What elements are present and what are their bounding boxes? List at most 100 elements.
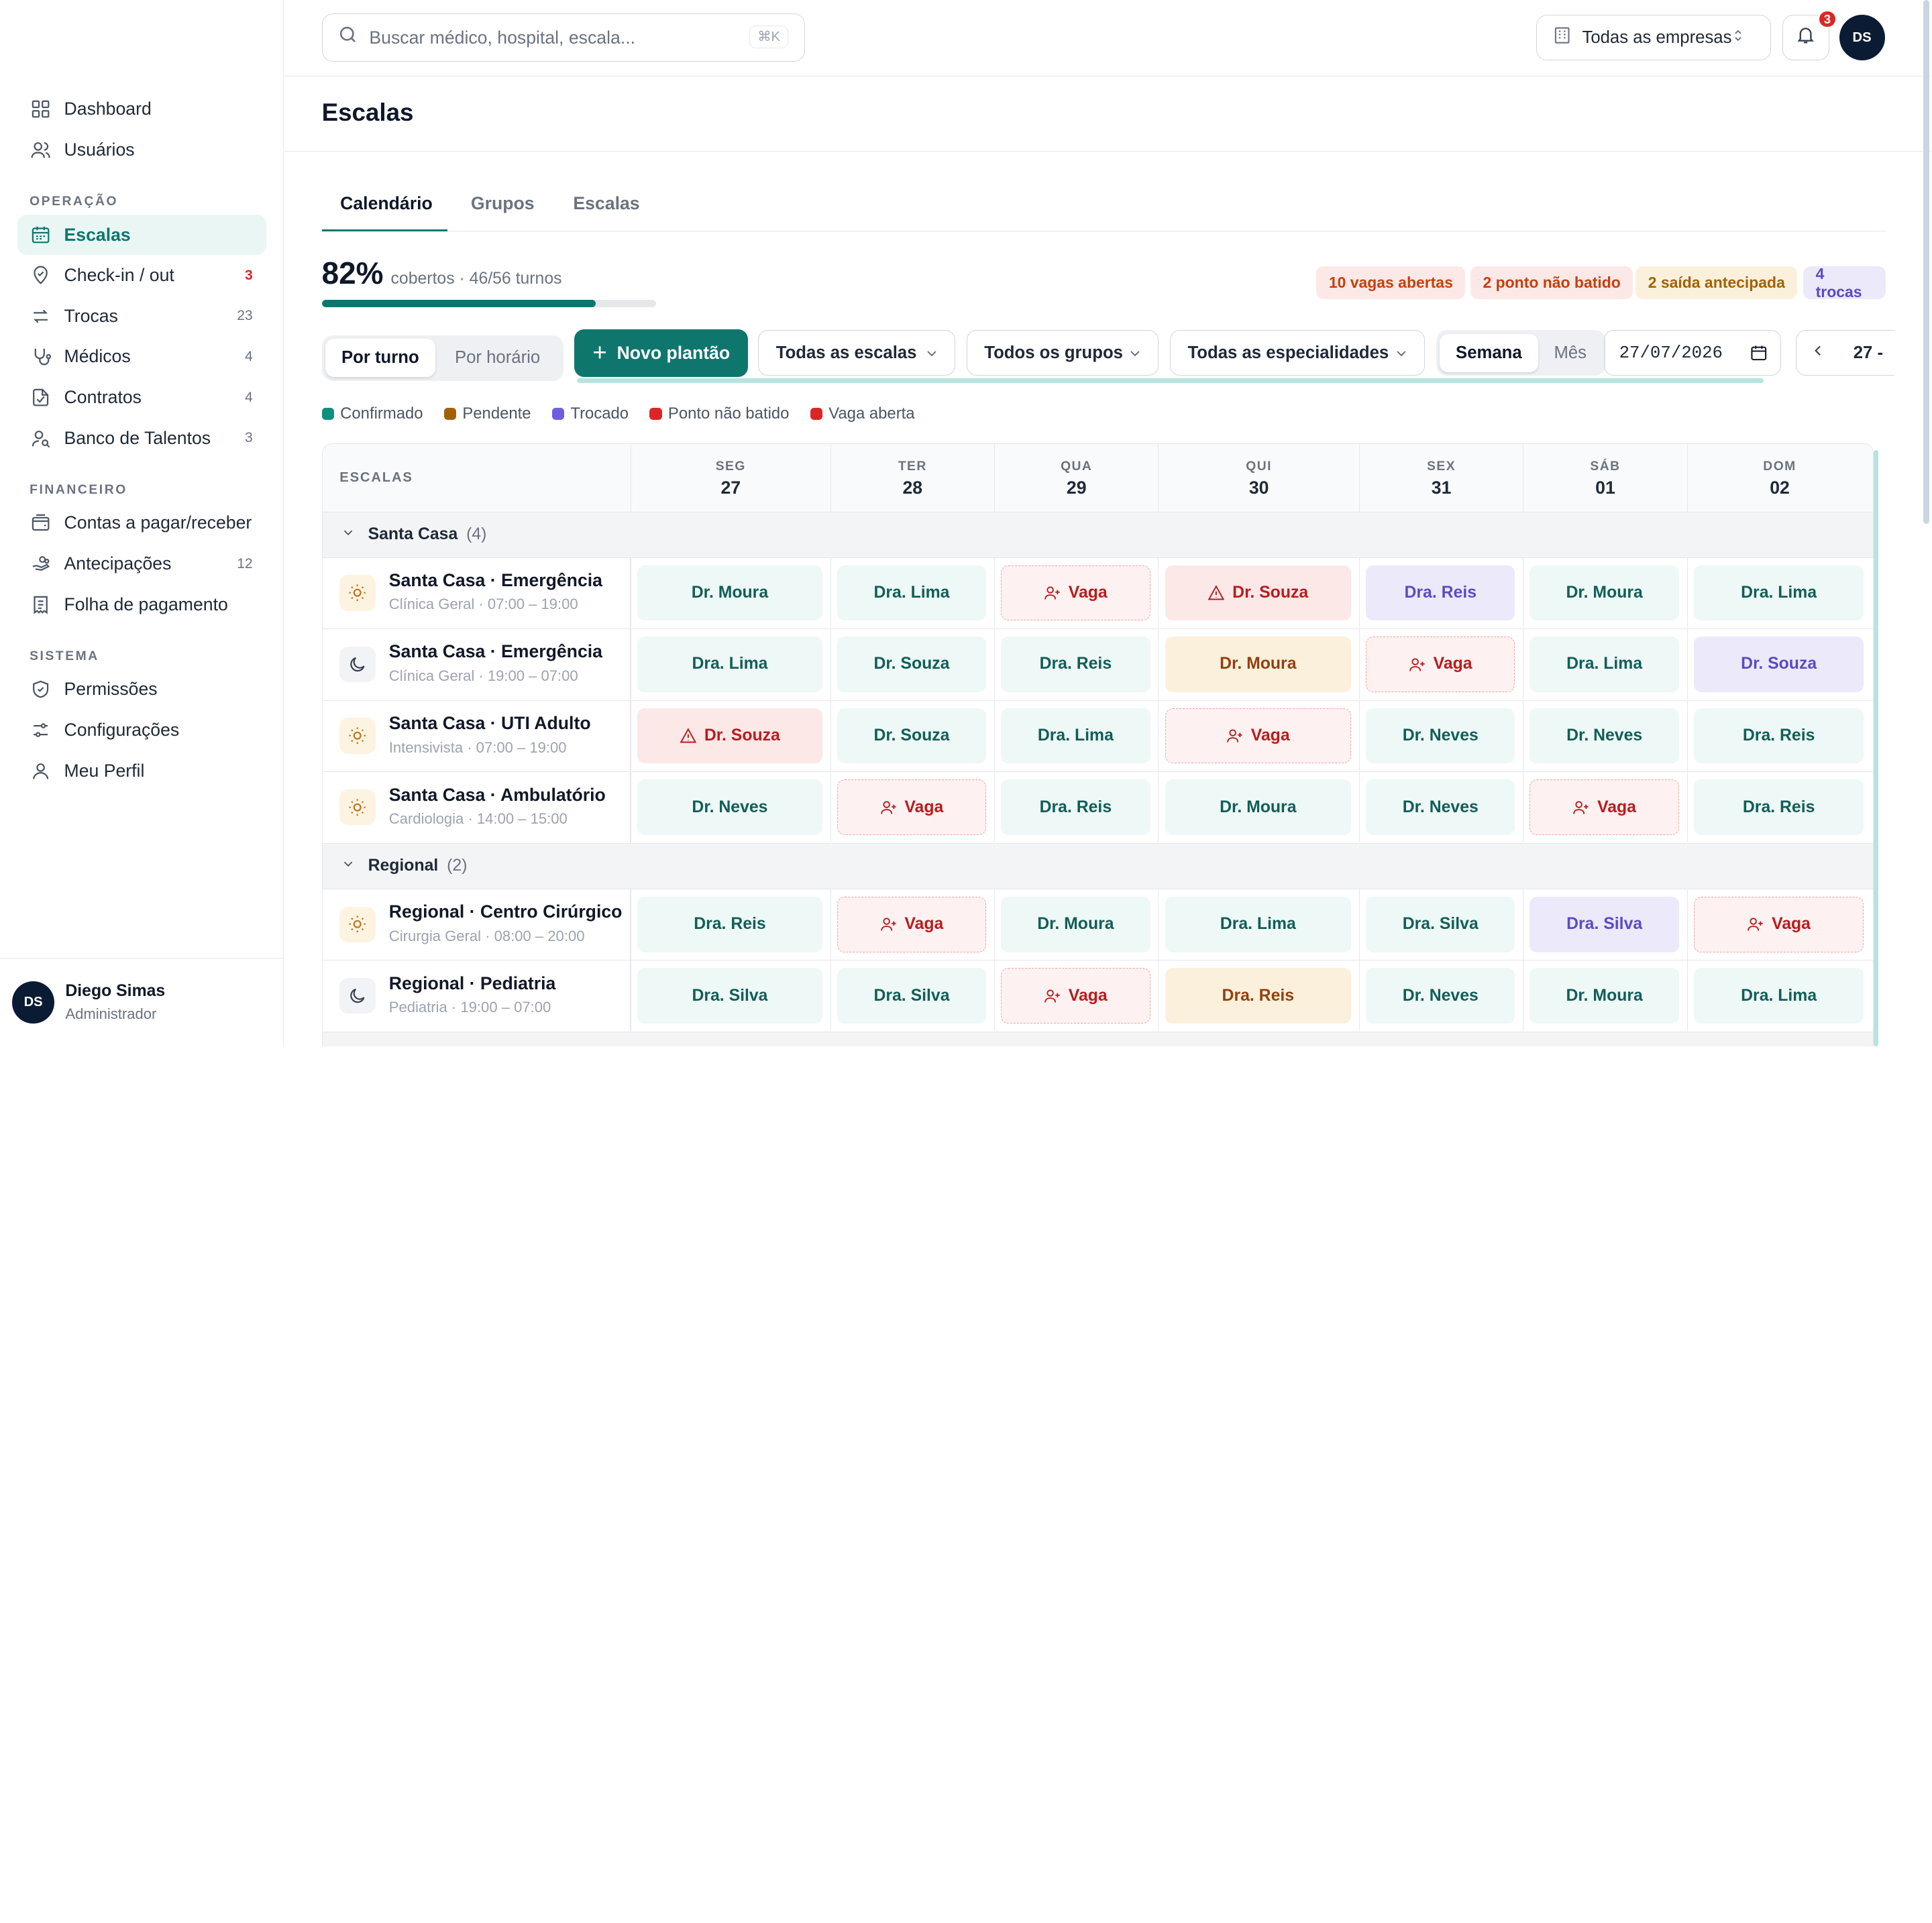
day-cell: Dra. Reis bbox=[994, 772, 1158, 842]
shift-cell-traded[interactable]: Dra. Silva bbox=[1529, 896, 1679, 952]
shift-cell-confirmed[interactable]: Dra. Lima bbox=[837, 565, 987, 621]
day-number: 27 bbox=[720, 478, 741, 498]
shift-cell-open[interactable]: Vaga bbox=[1001, 968, 1150, 1024]
shift-cell-confirmed[interactable]: Dr. Neves bbox=[1366, 779, 1515, 835]
shift-cell-confirmed[interactable]: Dra. Silva bbox=[637, 968, 822, 1024]
pill-ponto-nao-batido[interactable]: 2 ponto não batido bbox=[1470, 266, 1633, 300]
pill-saida-antecipada[interactable]: 2 saída antecipada bbox=[1635, 266, 1798, 300]
shift-cell-confirmed[interactable]: Dra. Reis bbox=[1693, 708, 1864, 764]
shift-cell-pending[interactable]: Dra. Reis bbox=[1165, 968, 1352, 1024]
sidebar-item-trocas[interactable]: Trocas 23 bbox=[17, 296, 266, 337]
row-label[interactable]: Regional · Pediatria Pediatria · 19:00 – … bbox=[323, 960, 631, 1032]
group-header[interactable]: Santa Casa (4) bbox=[322, 512, 1873, 558]
sidebar-item-usuarios[interactable]: Usuários bbox=[17, 129, 266, 170]
shift-cell-confirmed[interactable]: Dra. Lima bbox=[1693, 565, 1864, 621]
sidebar-item-dashboard[interactable]: Dashboard bbox=[17, 89, 266, 129]
profile-avatar[interactable]: DS bbox=[1839, 15, 1885, 61]
shift-cell-confirmed[interactable]: Dra. Silva bbox=[837, 968, 987, 1024]
shift-cell-confirmed[interactable]: Dra. Reis bbox=[637, 896, 822, 952]
chevron-left-icon[interactable] bbox=[1796, 342, 1838, 364]
shift-cell-open[interactable]: Vaga bbox=[837, 896, 987, 952]
sidebar-item-escalas[interactable]: Escalas bbox=[17, 214, 266, 256]
filter-grupos[interactable]: Todos os grupos bbox=[966, 330, 1159, 376]
row-name: Santa Casa · UTI Adulto bbox=[388, 713, 591, 734]
shift-cell-missed[interactable]: Dr. Souza bbox=[1165, 565, 1352, 621]
shift-cell-confirmed[interactable]: Dr. Neves bbox=[1366, 968, 1515, 1024]
shift-cell-confirmed[interactable]: Dr. Souza bbox=[837, 637, 987, 692]
shift-cell-open[interactable]: Vaga bbox=[1165, 708, 1352, 764]
sidebar-item-contas-a-pagar-receber[interactable]: Contas a pagar/receber bbox=[17, 503, 266, 544]
shift-cell-confirmed[interactable]: Dra. Reis bbox=[1001, 779, 1150, 835]
shift-cell-confirmed[interactable]: Dra. Reis bbox=[1693, 779, 1864, 835]
sidebar-item-contratos[interactable]: Contratos 4 bbox=[17, 377, 266, 418]
company-select[interactable]: Todas as empresas bbox=[1536, 15, 1772, 61]
search-input[interactable]: Buscar médico, hospital, escala... ⌘K bbox=[321, 13, 805, 62]
shift-doctor: Dra. Lima bbox=[873, 583, 950, 602]
sidebar-item-configuracoes[interactable]: Configurações bbox=[17, 710, 266, 751]
sidebar-item-permissoes[interactable]: Permissões bbox=[17, 669, 266, 710]
tab-calendario[interactable]: Calendário bbox=[340, 193, 433, 214]
shift-cell-confirmed[interactable]: Dr. Moura bbox=[1529, 565, 1679, 621]
shift-cell-confirmed[interactable]: Dr. Moura bbox=[1529, 968, 1679, 1024]
shift-cell-confirmed[interactable]: Dr. Moura bbox=[1165, 779, 1352, 835]
shift-cell-confirmed[interactable]: Dr. Neves bbox=[1366, 708, 1515, 764]
horizontal-scrollbar[interactable] bbox=[576, 378, 1764, 384]
notifications-button[interactable]: 3 bbox=[1782, 9, 1837, 61]
shift-cell-open[interactable]: Vaga bbox=[837, 779, 987, 835]
view-por-horario[interactable]: Por horário bbox=[435, 339, 560, 377]
filter-escalas[interactable]: Todas as escalas bbox=[758, 330, 956, 376]
group-header[interactable]: Regional (2) bbox=[322, 843, 1873, 889]
shift-cell-confirmed[interactable]: Dra. Lima bbox=[1165, 896, 1352, 952]
tab-escalas[interactable]: Escalas bbox=[573, 193, 639, 214]
new-shift-button[interactable]: + Novo plantão bbox=[574, 329, 749, 378]
sun-icon bbox=[339, 906, 376, 942]
pill-vagas-abertas[interactable]: 10 vagas abertas bbox=[1316, 266, 1466, 300]
sidebar-item-antecipacoes[interactable]: Antecipações 12 bbox=[17, 543, 266, 584]
shift-cell-confirmed[interactable]: Dr. Moura bbox=[1001, 896, 1150, 952]
sidebar-item-banco-de-talentos[interactable]: Banco de Talentos 3 bbox=[17, 418, 266, 459]
shift-cell-confirmed[interactable]: Dra. Reis bbox=[1001, 637, 1150, 692]
period-mes[interactable]: Mês bbox=[1538, 334, 1603, 372]
sidebar-item-medicos[interactable]: Médicos 4 bbox=[17, 337, 266, 378]
filter-especialidades[interactable]: Todas as especialidades bbox=[1169, 330, 1426, 376]
shift-cell-confirmed[interactable]: Dra. Lima bbox=[1001, 708, 1150, 764]
sidebar-item-check-in-out[interactable]: Check-in / out 3 bbox=[17, 255, 266, 296]
row-label[interactable]: Santa Casa · UTI Adulto Intensivista · 07… bbox=[323, 700, 631, 771]
shift-cell-missed[interactable]: Dr. Souza bbox=[637, 708, 822, 764]
shift-doctor: Vaga bbox=[1597, 798, 1636, 816]
shift-cell-confirmed[interactable]: Dra. Lima bbox=[1693, 968, 1864, 1024]
week-navigator[interactable]: 27 - bbox=[1796, 330, 1895, 376]
shift-cell-open[interactable]: Vaga bbox=[1366, 637, 1515, 692]
shift-cell-confirmed[interactable]: Dra. Lima bbox=[637, 637, 822, 692]
page-scrollbar[interactable] bbox=[1923, 0, 1929, 524]
day-cell: Dr. Souza bbox=[830, 629, 994, 700]
view-por-turno[interactable]: Por turno bbox=[325, 339, 435, 378]
group-header-partial[interactable] bbox=[322, 1032, 1873, 1047]
shift-cell-traded[interactable]: Dra. Reis bbox=[1366, 565, 1515, 621]
sidebar-user[interactable]: DS Diego Simas Administrador bbox=[0, 957, 284, 1046]
shift-doctor: Dr. Neves bbox=[1402, 798, 1479, 816]
pill-trocas[interactable]: 4 trocas bbox=[1803, 265, 1886, 300]
grid-vertical-scrollbar[interactable] bbox=[1874, 449, 1879, 1047]
row-label[interactable]: Regional · Centro Cirúrgico Cirurgia Gera… bbox=[323, 889, 631, 960]
shift-cell-open[interactable]: Vaga bbox=[1001, 565, 1150, 621]
sidebar-item-folha-de-pagamento[interactable]: Folha de pagamento bbox=[17, 584, 266, 625]
shift-cell-confirmed[interactable]: Dr. Souza bbox=[837, 708, 987, 764]
shift-cell-pending[interactable]: Dr. Moura bbox=[1165, 637, 1352, 692]
shift-cell-confirmed[interactable]: Dr. Neves bbox=[1529, 708, 1679, 764]
row-label[interactable]: Santa Casa · Emergência Clínica Geral · 0… bbox=[323, 557, 631, 628]
shift-cell-confirmed[interactable]: Dra. Silva bbox=[1366, 896, 1515, 952]
shift-cell-traded[interactable]: Dr. Souza bbox=[1693, 637, 1864, 692]
shift-cell-open[interactable]: Vaga bbox=[1693, 896, 1864, 952]
sidebar-item-count: 23 bbox=[237, 308, 253, 324]
date-input[interactable]: 27/07/2026 bbox=[1603, 330, 1782, 376]
shift-cell-confirmed[interactable]: Dr. Moura bbox=[637, 565, 822, 621]
tab-grupos[interactable]: Grupos bbox=[471, 193, 535, 214]
sidebar-item-meu-perfil[interactable]: Meu Perfil bbox=[17, 751, 266, 791]
shift-cell-confirmed[interactable]: Dra. Lima bbox=[1529, 637, 1679, 692]
row-label[interactable]: Santa Casa · Ambulatório Cardiologia · 14… bbox=[323, 772, 631, 842]
row-label[interactable]: Santa Casa · Emergência Clínica Geral · 1… bbox=[323, 629, 631, 700]
period-semana[interactable]: Semana bbox=[1440, 333, 1538, 372]
shift-cell-confirmed[interactable]: Dr. Neves bbox=[637, 779, 822, 835]
shift-cell-open[interactable]: Vaga bbox=[1529, 779, 1679, 835]
